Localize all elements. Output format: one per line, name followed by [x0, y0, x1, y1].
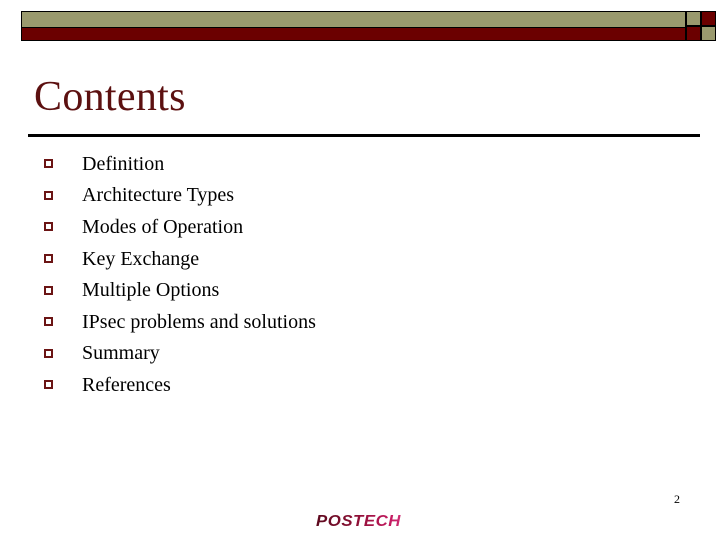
list-item-label: References: [82, 373, 171, 396]
page-title: Contents: [34, 74, 186, 120]
list-item-label: IPsec problems and solutions: [82, 310, 316, 333]
list-item-label: Architecture Types: [82, 184, 235, 207]
header-bar-maroon: [21, 28, 686, 41]
list-item[interactable]: IPsec problems and solutions: [44, 306, 684, 338]
header-checker-accent: [686, 11, 716, 41]
checker-cell-bottom-right: [701, 26, 716, 41]
checker-cell-bottom-left: [686, 26, 701, 41]
postech-logo: POSTECH: [316, 512, 416, 531]
header-bar-olive: [21, 11, 686, 28]
slide-canvas: Contents Definition Architecture Types M…: [0, 0, 720, 540]
list-item-label: Multiple Options: [82, 279, 220, 302]
list-item-label: Modes of Operation: [82, 215, 244, 238]
square-bullet-icon: [44, 317, 53, 327]
contents-list: Definition Architecture Types Modes of O…: [44, 148, 684, 401]
list-item[interactable]: Definition: [44, 148, 684, 180]
square-bullet-icon: [44, 190, 53, 200]
list-item[interactable]: Architecture Types: [44, 180, 684, 212]
page-number: 2: [674, 492, 680, 506]
list-item-label: Summary: [82, 342, 160, 365]
list-item[interactable]: Modes of Operation: [44, 211, 684, 243]
checker-cell-top-left: [686, 11, 701, 26]
slide-header-decoration: [0, 0, 720, 48]
square-bullet-icon: [44, 348, 53, 358]
square-bullet-icon: [44, 285, 53, 295]
checker-cell-top-right: [701, 11, 716, 26]
list-item[interactable]: Multiple Options: [44, 274, 684, 306]
square-bullet-icon: [44, 159, 53, 169]
list-item[interactable]: Key Exchange: [44, 243, 684, 275]
list-item-label: Definition: [82, 152, 165, 175]
square-bullet-icon: [44, 380, 53, 390]
square-bullet-icon: [44, 222, 53, 232]
postech-logo-text: POSTECH: [316, 512, 421, 531]
list-item[interactable]: References: [44, 369, 684, 401]
square-bullet-icon: [44, 254, 53, 264]
list-item-label: Key Exchange: [82, 247, 200, 270]
list-item[interactable]: Summary: [44, 338, 684, 370]
title-divider-rule: [28, 134, 700, 137]
